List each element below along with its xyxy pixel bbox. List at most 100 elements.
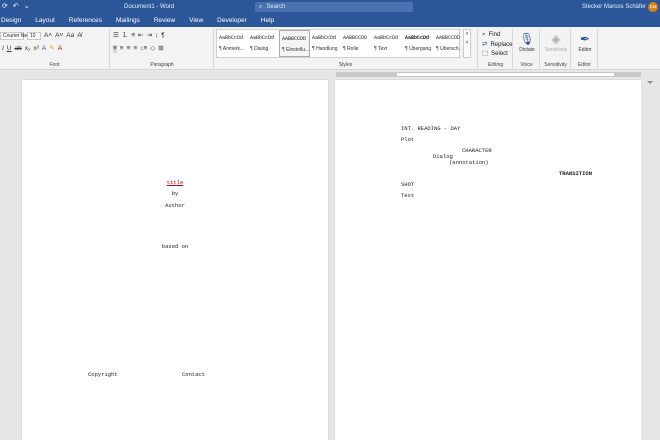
document-area[interactable]: title by Author based on Copyright Conta…: [0, 78, 660, 440]
sensitivity-icon: ◈: [551, 32, 561, 46]
scroll-up-arrow-icon[interactable]: [647, 81, 653, 84]
font-size-combo[interactable]: 10: [27, 32, 41, 40]
bullets-icon[interactable]: ☰: [113, 32, 119, 40]
grow-font-icon[interactable]: A˄: [44, 32, 52, 40]
undo-icon[interactable]: ↶: [13, 2, 19, 12]
change-case-icon[interactable]: Aa: [66, 32, 74, 40]
replace-button[interactable]: ⇄ Replace: [482, 41, 512, 49]
styles-group: Styles: [214, 29, 478, 68]
shrink-font-icon[interactable]: A˅: [55, 32, 63, 40]
search-icon: ⌕: [259, 3, 263, 10]
ruler-right-margin: [614, 73, 640, 76]
clear-formatting-icon[interactable]: A̸: [77, 32, 81, 40]
tab-design[interactable]: Design: [0, 14, 28, 27]
replace-label: Replace: [490, 42, 513, 48]
paragraph-group: ☰ ⒈ ≡ ⇤ ⇥ ↕ ¶ ≡ ≡ ≡ ≡ ↕≡ ◇ ⊞ Paragraph: [111, 29, 214, 68]
show-marks-icon[interactable]: ¶: [161, 32, 165, 40]
sensitivity-group-label: Sensitivity: [544, 62, 567, 68]
title-bar: ⟳ ↶ ⌄ Document1 - Word ⌕ Search Stecker …: [0, 0, 660, 14]
align-left-icon[interactable]: ≡: [113, 45, 117, 53]
vertical-scrollbar[interactable]: [641, 78, 660, 440]
ruler-bar[interactable]: [336, 72, 641, 77]
numbering-icon[interactable]: ⒈: [122, 32, 129, 40]
dictate-label: Dictate: [519, 47, 535, 53]
select-label: Select: [491, 51, 508, 57]
editing-group: ⌕ Find ⇄ Replace ⬚ Select Editing: [479, 29, 513, 68]
sensitivity-button[interactable]: ◈ Sensitivity: [543, 31, 569, 53]
borders-icon[interactable]: ⊞: [158, 45, 163, 53]
find-button[interactable]: ⌕ Find: [482, 31, 500, 39]
replace-icon: ⇄: [482, 41, 488, 48]
horizontal-ruler[interactable]: [0, 71, 660, 78]
shot-text[interactable]: SHOT: [401, 181, 414, 188]
sensitivity-group: ◈ Sensitivity Sensitivity: [541, 29, 571, 68]
ribbon-tabs: Design Layout References Mailings Review…: [0, 14, 660, 27]
align-center-icon[interactable]: ≡: [120, 45, 124, 53]
select-button[interactable]: ⬚ Select: [482, 50, 508, 58]
align-right-icon[interactable]: ≡: [127, 45, 131, 53]
editor-label: Editor: [578, 47, 592, 53]
user-name[interactable]: Stecker Marcos Schäfer: [582, 2, 646, 12]
tab-developer[interactable]: Developer: [210, 14, 254, 27]
ruler-left-margin: [337, 73, 397, 76]
font-family-combo[interactable]: Courier New: [0, 32, 31, 40]
tab-review[interactable]: Review: [147, 14, 182, 27]
find-label: Find: [488, 32, 501, 38]
based-on-line[interactable]: based on: [162, 243, 188, 250]
editor-group-label: Editor: [577, 62, 592, 68]
underline-icon[interactable]: U: [7, 45, 12, 53]
dictate-button[interactable]: 🎙 Dictate: [514, 31, 540, 53]
multilevel-list-icon[interactable]: ≡: [131, 32, 135, 40]
tab-help[interactable]: Help: [254, 14, 281, 27]
quick-access-toolbar: ⟳ ↶ ⌄: [2, 2, 30, 12]
italic-icon[interactable]: I: [2, 45, 4, 53]
editor-pen-icon: ✒: [579, 32, 591, 46]
superscript-icon[interactable]: x²: [34, 45, 39, 53]
character-name[interactable]: CHARACTER: [462, 147, 492, 154]
decrease-indent-icon[interactable]: ⇤: [138, 32, 143, 40]
tab-references[interactable]: References: [62, 14, 109, 27]
by-line[interactable]: by: [172, 190, 179, 197]
body-text[interactable]: Text: [401, 192, 414, 199]
justify-icon[interactable]: ≡: [133, 45, 137, 53]
tab-layout[interactable]: Layout: [28, 14, 62, 27]
customize-qat-icon[interactable]: ⌄: [24, 2, 30, 12]
copyright-line[interactable]: Copyright: [88, 371, 118, 378]
microphone-icon: 🎙: [519, 32, 535, 46]
contact-line[interactable]: Contact: [182, 371, 205, 378]
highlight-icon[interactable]: ✎: [49, 45, 54, 53]
tab-view[interactable]: View: [182, 14, 210, 27]
editor-button[interactable]: ✒ Editor: [572, 31, 598, 53]
annotation-text[interactable]: (annotation): [449, 159, 489, 166]
document-title: Document1 - Word: [124, 4, 175, 10]
increase-indent-icon[interactable]: ⇥: [147, 32, 152, 40]
sort-icon[interactable]: ↕: [155, 32, 158, 40]
editing-group-label: Editing: [487, 62, 504, 68]
sensitivity-label: Sensitivity: [544, 47, 568, 53]
autosave-icon[interactable]: ⟳: [2, 2, 8, 12]
line-spacing-icon[interactable]: ↕≡: [140, 45, 147, 53]
font-group-label: Font: [49, 62, 60, 68]
strikethrough-icon[interactable]: ab: [15, 45, 22, 53]
font-color-icon[interactable]: A: [58, 45, 62, 53]
subscript-icon[interactable]: x₂: [25, 45, 31, 53]
voice-group-label: Voice: [520, 62, 533, 68]
search-box[interactable]: ⌕ Search: [255, 2, 413, 12]
search-placeholder: Search: [266, 4, 286, 10]
author-line[interactable]: Author: [165, 202, 185, 209]
ribbon: Courier New 10 A˄ A˅ Aa A̸ I U ab x₂ x² …: [0, 27, 660, 70]
tab-mailings[interactable]: Mailings: [109, 14, 147, 27]
editor-group: ✒ Editor Editor: [572, 29, 598, 68]
scene-heading[interactable]: INT. READING - DAY: [401, 125, 460, 132]
page-title-page[interactable]: title by Author based on Copyright Conta…: [22, 80, 328, 440]
plot-text[interactable]: Plot: [401, 136, 414, 143]
page-script[interactable]: INT. READING - DAY Plot CHARACTER Dialog…: [335, 80, 641, 440]
avatar[interactable]: SM: [648, 2, 658, 12]
voice-group: 🎙 Dictate Voice: [514, 29, 540, 68]
transition-text[interactable]: TRANSITION: [559, 170, 592, 177]
screenplay-title[interactable]: title: [167, 179, 184, 186]
shading-icon[interactable]: ◇: [150, 45, 155, 53]
styles-group-label: Styles: [338, 62, 353, 68]
select-icon: ⬚: [482, 50, 489, 57]
text-effects-icon[interactable]: A: [42, 45, 46, 53]
